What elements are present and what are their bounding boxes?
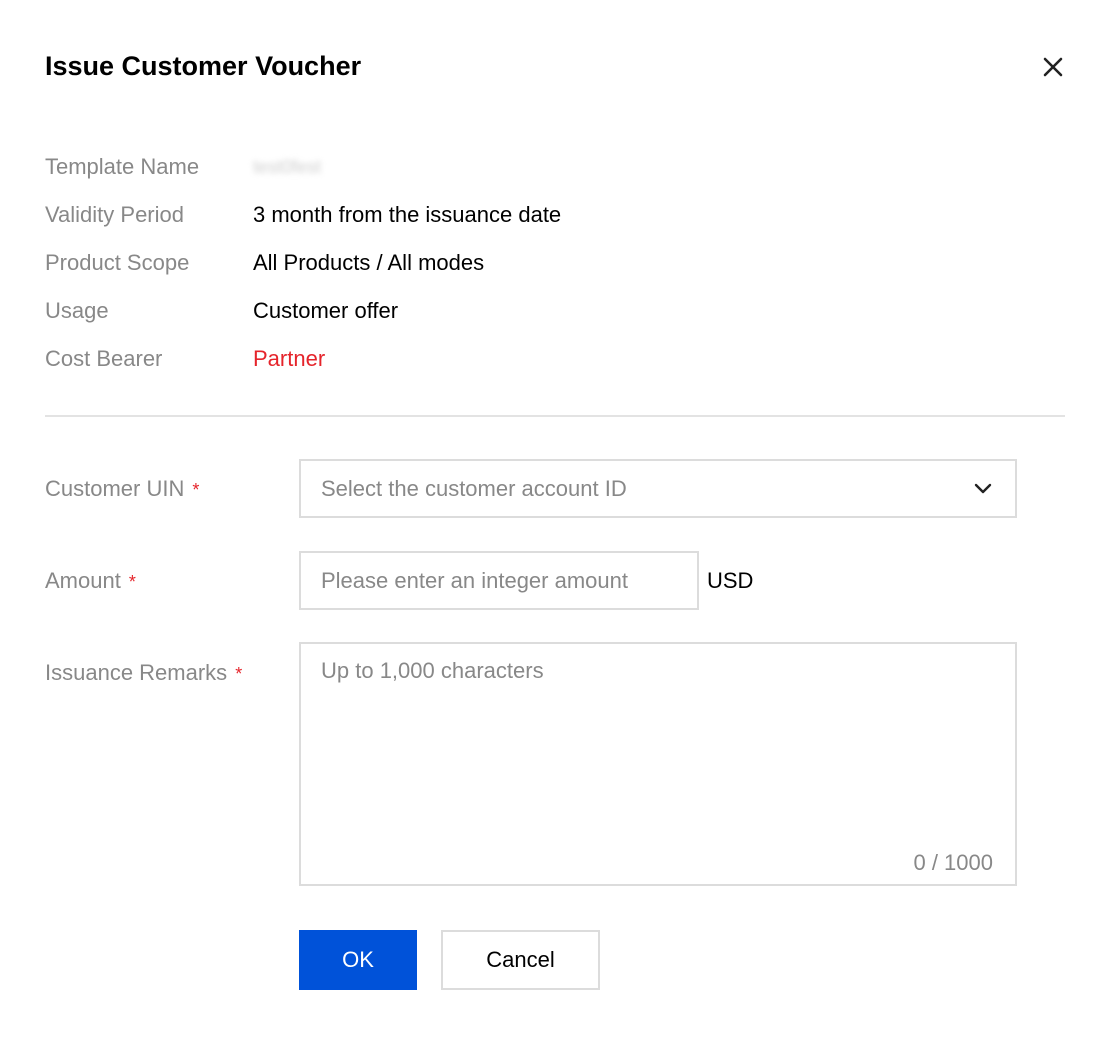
issuance-remarks-label: Issuance Remarks *: [45, 658, 242, 689]
issuance-remarks-field[interactable]: 0 / 1000: [299, 642, 1017, 886]
validity-period-value: 3 month from the issuance date: [253, 202, 562, 227]
customer-uin-placeholder: Select the customer account ID: [321, 476, 627, 501]
close-icon: [1043, 57, 1063, 77]
usage-value: Customer offer: [253, 298, 399, 323]
ok-button[interactable]: OK: [299, 930, 417, 990]
template-name-value: test0fest: [253, 157, 322, 177]
customer-uin-label-text: Customer UIN: [45, 476, 185, 501]
usage-label: Usage: [45, 298, 109, 323]
customer-uin-select[interactable]: Select the customer account ID: [299, 459, 1017, 518]
template-name-label: Template Name: [45, 154, 200, 179]
character-counter: 0 / 1000: [913, 850, 993, 875]
dialog-title: Issue Customer Voucher: [45, 51, 362, 81]
cost-bearer-label: Cost Bearer: [45, 346, 163, 371]
required-mark: *: [192, 480, 200, 500]
product-scope-label: Product Scope: [45, 250, 190, 275]
close-button[interactable]: [1037, 51, 1069, 83]
chevron-down-icon: [974, 483, 992, 494]
section-divider: [45, 415, 1065, 417]
amount-input[interactable]: [321, 565, 681, 596]
amount-label-text: Amount: [45, 568, 121, 593]
product-scope-value: All Products / All modes: [253, 250, 485, 275]
customer-uin-label: Customer UIN *: [45, 474, 199, 505]
cancel-button[interactable]: Cancel: [441, 930, 600, 990]
issuance-remarks-textarea[interactable]: [321, 656, 991, 846]
validity-period-label: Validity Period: [45, 202, 184, 227]
issue-voucher-dialog: Issue Customer Voucher Template Name tes…: [0, 0, 1110, 1038]
required-mark: *: [235, 664, 243, 684]
amount-field[interactable]: [299, 551, 699, 610]
currency-unit: USD: [707, 568, 754, 593]
issuance-remarks-label-text: Issuance Remarks: [45, 660, 228, 685]
amount-label: Amount *: [45, 566, 136, 597]
cost-bearer-value: Partner: [253, 346, 326, 371]
required-mark: *: [128, 572, 136, 592]
